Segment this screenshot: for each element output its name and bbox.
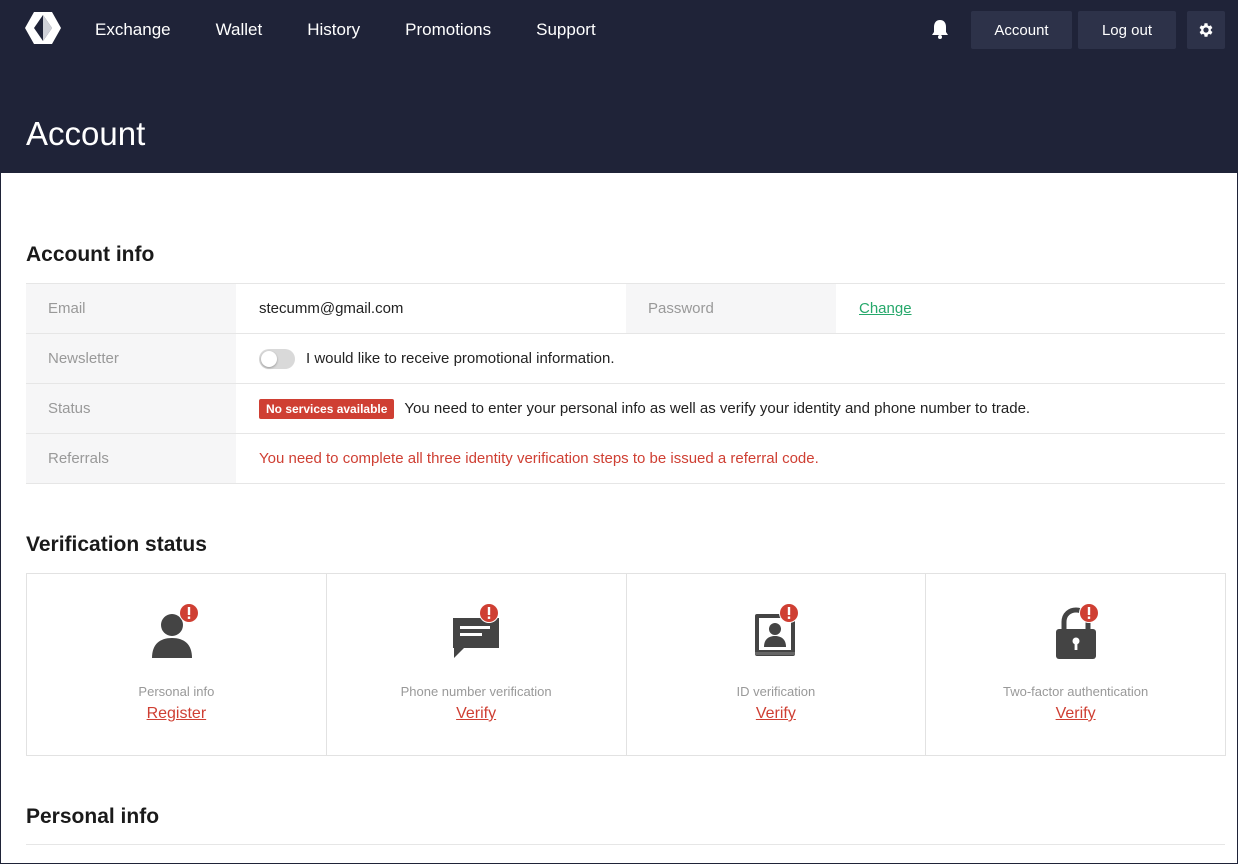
account-info-title: Account info bbox=[26, 243, 155, 266]
gear-icon bbox=[1199, 23, 1213, 37]
verify-id-link[interactable]: Verify bbox=[627, 705, 926, 723]
logout-button[interactable]: Log out bbox=[1078, 11, 1176, 49]
status-row: Status No services available You need to… bbox=[26, 384, 1225, 434]
card-caption: Phone number verification bbox=[400, 684, 552, 699]
card-caption: Personal info bbox=[138, 684, 215, 699]
lock-icon bbox=[1055, 603, 1099, 659]
bell-icon[interactable] bbox=[929, 18, 951, 40]
id-card-icon bbox=[754, 603, 799, 656]
verification-status-title: Verification status bbox=[26, 533, 207, 556]
newsletter-row: Newsletter I would like to receive promo… bbox=[26, 334, 1225, 384]
nav-history[interactable]: History bbox=[307, 20, 360, 40]
referrals-text: You need to complete all three identity … bbox=[259, 450, 819, 467]
status-badge: No services available bbox=[259, 398, 395, 419]
email-label: Email bbox=[26, 284, 236, 333]
main-nav: Exchange Wallet History Promotions Suppo… bbox=[95, 1, 641, 59]
nav-support[interactable]: Support bbox=[536, 20, 596, 40]
newsletter-toggle[interactable] bbox=[259, 348, 295, 369]
top-header: Exchange Wallet History Promotions Suppo… bbox=[1, 1, 1237, 173]
verification-card-id: ID verification Verify bbox=[627, 574, 927, 755]
change-password-link[interactable]: Change bbox=[859, 300, 912, 317]
verify-phone-link[interactable]: Verify bbox=[327, 705, 626, 723]
user-icon bbox=[152, 603, 200, 658]
account-button[interactable]: Account bbox=[971, 11, 1072, 49]
verify-2fa-link[interactable]: Verify bbox=[926, 705, 1225, 723]
newsletter-text: I would like to receive promotional info… bbox=[306, 350, 615, 367]
referrals-row: Referrals You need to complete all three… bbox=[26, 434, 1225, 484]
chat-icon bbox=[453, 603, 500, 658]
password-label: Password bbox=[626, 284, 836, 333]
nav-wallet[interactable]: Wallet bbox=[216, 20, 263, 40]
section-divider bbox=[26, 844, 1225, 845]
card-caption: ID verification bbox=[736, 684, 816, 699]
account-info-table: Email stecumm@gmail.com Password Change … bbox=[26, 283, 1225, 484]
register-link[interactable]: Register bbox=[27, 705, 326, 723]
settings-button[interactable] bbox=[1187, 11, 1225, 49]
status-label: Status bbox=[26, 384, 236, 433]
referrals-label: Referrals bbox=[26, 434, 236, 483]
verification-card-personal-info: Personal info Register bbox=[27, 574, 327, 755]
logo-icon[interactable] bbox=[25, 11, 61, 45]
verification-card-phone: Phone number verification Verify bbox=[327, 574, 627, 755]
personal-info-title: Personal info bbox=[26, 805, 160, 828]
status-text: You need to enter your personal info as … bbox=[404, 400, 1031, 417]
verification-card-2fa: Two-factor authentication Verify bbox=[926, 574, 1225, 755]
nav-exchange[interactable]: Exchange bbox=[95, 20, 171, 40]
verification-status-panel: Personal info Register Phone number veri… bbox=[26, 573, 1226, 756]
nav-promotions[interactable]: Promotions bbox=[405, 20, 491, 40]
email-value: stecumm@gmail.com bbox=[259, 300, 404, 317]
email-row: Email stecumm@gmail.com Password Change bbox=[26, 284, 1225, 334]
card-caption: Two-factor authentication bbox=[1003, 684, 1149, 699]
page-title: Account bbox=[26, 115, 146, 152]
newsletter-label: Newsletter bbox=[26, 334, 236, 383]
